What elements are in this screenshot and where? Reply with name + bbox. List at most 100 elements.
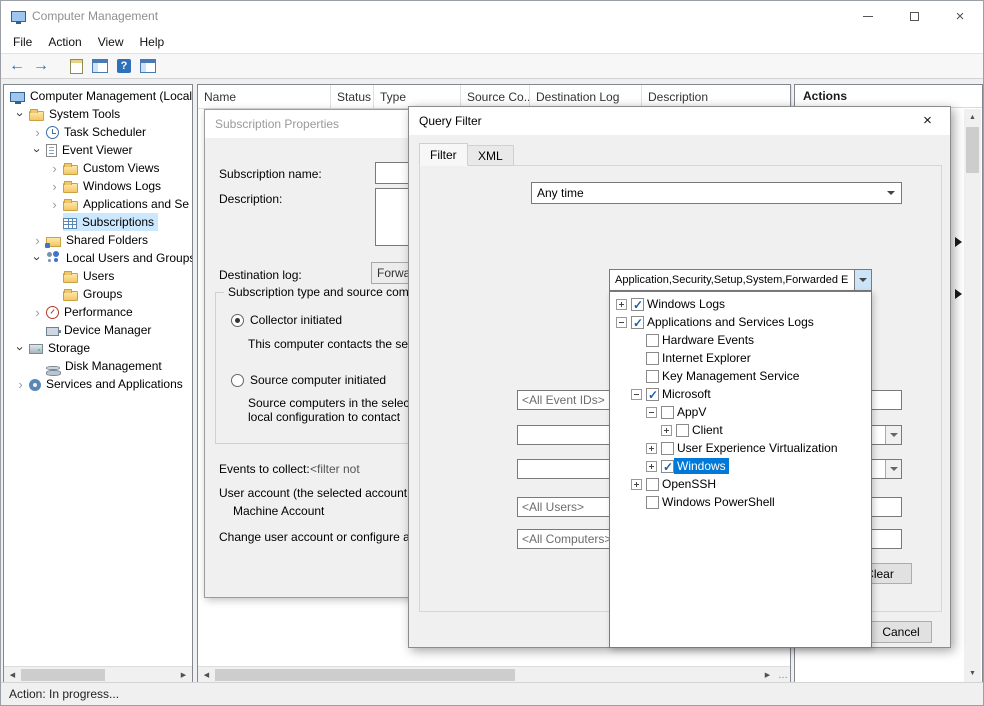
collector-initiated-radio[interactable]: Collector initiated	[231, 313, 342, 327]
console-window-icon[interactable]	[89, 56, 111, 76]
tree-item-windows-logs[interactable]: ›Windows Logs	[4, 177, 192, 195]
event-logs-combobox[interactable]: Application,Security,Setup,System,Forwar…	[609, 269, 872, 291]
column-header-source-co[interactable]: Source Co...	[461, 85, 530, 108]
tree-item-shared-folders[interactable]: ›Shared Folders	[4, 231, 192, 249]
checkbox-checked-icon[interactable]	[631, 316, 644, 329]
menu-help[interactable]: Help	[132, 32, 173, 52]
chevron-expanded-icon[interactable]: ›	[13, 340, 28, 357]
tree-horizontal-scrollbar[interactable]: ◀ ▶	[4, 666, 192, 683]
chevron-collapsed-icon[interactable]: ›	[29, 125, 46, 140]
chevron-collapsed-icon[interactable]: ›	[12, 377, 29, 392]
menu-file[interactable]: File	[5, 32, 40, 52]
forward-icon[interactable]	[30, 56, 52, 76]
task-category-dropdown-button[interactable]	[885, 425, 902, 445]
checkbox-icon[interactable]	[676, 424, 689, 437]
cancel-button[interactable]: Cancel	[870, 621, 932, 643]
tree-item-system-tools[interactable]: ›System Tools	[4, 105, 192, 123]
tree-item-applications-and-se[interactable]: ›Applications and Se	[4, 195, 192, 213]
action-submenu-arrow-icon[interactable]	[955, 237, 962, 247]
list-horizontal-scrollbar[interactable]: ◀ ▶ …	[198, 666, 790, 683]
properties-icon[interactable]	[137, 56, 159, 76]
actions-vertical-scrollbar[interactable]: ▲ ▼	[964, 109, 981, 682]
checkbox-icon[interactable]	[646, 334, 659, 347]
tree-item-subscriptions[interactable]: Subscriptions	[4, 213, 192, 231]
expand-plus-icon[interactable]	[631, 479, 642, 490]
logged-combobox[interactable]: Any time	[531, 182, 902, 204]
event-log-item-applications-and-services-logs[interactable]: Applications and Services Logs	[610, 313, 871, 331]
event-log-item-appv[interactable]: AppV	[610, 403, 871, 421]
checkbox-icon[interactable]	[646, 478, 659, 491]
tree-item-storage[interactable]: ›Storage	[4, 339, 192, 357]
checkbox-icon[interactable]	[661, 442, 674, 455]
tree-item-custom-views[interactable]: ›Custom Views	[4, 159, 192, 177]
event-log-item-client[interactable]: Client	[610, 421, 871, 439]
chevron-collapsed-icon[interactable]: ›	[46, 161, 63, 176]
chevron-expanded-icon[interactable]: ›	[30, 250, 45, 267]
tree-item-local-users-and-groups[interactable]: ›Local Users and Groups	[4, 249, 192, 267]
tree-item-task-scheduler[interactable]: ›Task Scheduler	[4, 123, 192, 141]
tree-item-event-viewer[interactable]: ›Event Viewer	[4, 141, 192, 159]
tree-item-services-and-applications[interactable]: ›Services and Applications	[4, 375, 192, 393]
event-log-item-hardware-events[interactable]: Hardware Events	[610, 331, 871, 349]
tree-item-users[interactable]: Users	[4, 267, 192, 285]
menu-view[interactable]: View	[90, 32, 132, 52]
collapse-minus-icon[interactable]	[631, 389, 642, 400]
checkbox-checked-icon[interactable]	[646, 388, 659, 401]
minimize-button[interactable]	[845, 1, 891, 31]
scrollbar-thumb[interactable]	[21, 669, 105, 681]
export-icon[interactable]	[65, 56, 87, 76]
column-header-type[interactable]: Type	[374, 85, 461, 108]
collapse-minus-icon[interactable]	[646, 407, 657, 418]
scroll-up-icon[interactable]: ▲	[964, 109, 981, 126]
tree-item-disk-management[interactable]: Disk Management	[4, 357, 192, 375]
back-icon[interactable]	[6, 56, 28, 76]
action-submenu-arrow-icon[interactable]	[955, 289, 962, 299]
scroll-down-icon[interactable]: ▼	[964, 665, 981, 682]
event-log-item-windows[interactable]: Windows	[610, 457, 871, 475]
event-log-item-user-experience-virtualization[interactable]: User Experience Virtualization	[610, 439, 871, 457]
event-log-item-internet-explorer[interactable]: Internet Explorer	[610, 349, 871, 367]
scrollbar-thumb[interactable]	[215, 669, 515, 681]
tree-item-groups[interactable]: Groups	[4, 285, 192, 303]
chevron-collapsed-icon[interactable]: ›	[46, 197, 63, 212]
event-log-item-key-management-service[interactable]: Key Management Service	[610, 367, 871, 385]
collapse-minus-icon[interactable]	[616, 317, 627, 328]
maximize-button[interactable]	[891, 1, 937, 31]
tree-item-device-manager[interactable]: Device Manager	[4, 321, 192, 339]
keywords-dropdown-button[interactable]	[885, 459, 902, 479]
tab-filter[interactable]: Filter	[419, 143, 468, 166]
chevron-collapsed-icon[interactable]: ›	[46, 179, 63, 194]
scroll-right-icon[interactable]: ▶	[759, 667, 776, 683]
expand-plus-icon[interactable]	[646, 461, 657, 472]
checkbox-icon[interactable]	[661, 406, 674, 419]
column-header-destination-log[interactable]: Destination Log	[530, 85, 642, 108]
event-log-item-openssh[interactable]: OpenSSH	[610, 475, 871, 493]
menu-action[interactable]: Action	[40, 32, 89, 52]
checkbox-icon[interactable]	[646, 352, 659, 365]
expand-plus-icon[interactable]	[661, 425, 672, 436]
chevron-expanded-icon[interactable]: ›	[13, 106, 28, 123]
close-button[interactable]: ×	[937, 1, 983, 31]
source-initiated-radio[interactable]: Source computer initiated	[231, 373, 386, 387]
dialog-close-button[interactable]: ×	[905, 107, 950, 134]
checkbox-icon[interactable]	[646, 370, 659, 383]
checkbox-checked-icon[interactable]	[631, 298, 644, 311]
column-header-status[interactable]: Status	[331, 85, 374, 108]
scroll-left-icon[interactable]: ◀	[198, 667, 215, 683]
expand-plus-icon[interactable]	[616, 299, 627, 310]
tree-item-computer-management-local[interactable]: Computer Management (Local)	[4, 87, 192, 105]
tree-item-performance[interactable]: ›Performance	[4, 303, 192, 321]
chevron-expanded-icon[interactable]: ›	[30, 142, 45, 159]
scroll-right-icon[interactable]: ▶	[175, 667, 192, 683]
chevron-collapsed-icon[interactable]: ›	[29, 233, 46, 248]
chevron-collapsed-icon[interactable]: ›	[29, 305, 46, 320]
help-icon[interactable]	[113, 56, 135, 76]
expand-plus-icon[interactable]	[646, 443, 657, 454]
scroll-left-icon[interactable]: ◀	[4, 667, 21, 683]
tab-xml[interactable]: XML	[467, 145, 514, 166]
column-header-name[interactable]: Name	[198, 85, 331, 108]
event-log-item-microsoft[interactable]: Microsoft	[610, 385, 871, 403]
combo-dropdown-button[interactable]	[854, 270, 871, 290]
dialog-title-bar[interactable]: Query Filter ×	[409, 107, 950, 135]
event-log-item-windows-powershell[interactable]: Windows PowerShell	[610, 493, 871, 511]
